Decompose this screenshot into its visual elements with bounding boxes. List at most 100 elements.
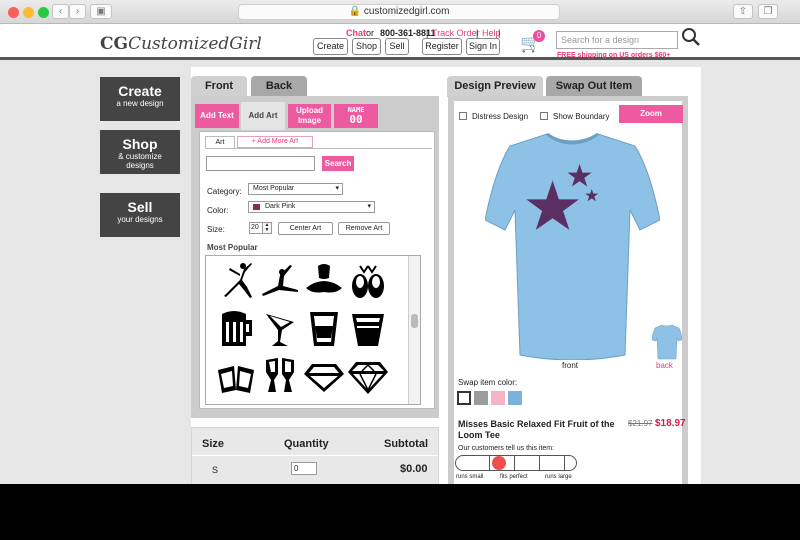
sell-top-button[interactable]: Sell [385, 38, 409, 55]
swatch-light-blue[interactable] [508, 391, 522, 405]
subtotal-value: $0.00 [400, 463, 428, 475]
dancer-leap-icon[interactable] [214, 260, 258, 300]
nav-create[interactable]: Create a new design [100, 77, 180, 121]
show-boundary-checkbox[interactable] [540, 112, 548, 120]
category-select[interactable]: Most Popular ▾ [248, 183, 343, 195]
upload-image-button[interactable]: Upload Image [288, 104, 331, 128]
swatch-gray[interactable] [474, 391, 488, 405]
swatch-pink[interactable] [491, 391, 505, 405]
tab-design-preview[interactable]: Design Preview [447, 76, 543, 97]
tshirt-back-thumbnail[interactable] [652, 324, 682, 360]
nav-shop-sub: & customize designs [118, 152, 162, 170]
minimize-window-button[interactable] [23, 7, 34, 18]
add-text-button[interactable]: Add Text [195, 104, 239, 128]
chat-link[interactable]: Chat [346, 28, 366, 38]
tab-swap-out-item[interactable]: Swap Out Item [546, 76, 642, 97]
sign-in-button[interactable]: Sign In [466, 38, 500, 55]
quantity-column-header: Quantity [284, 438, 329, 450]
art-search-button[interactable]: Search [322, 156, 354, 171]
number-label: 00 [349, 113, 363, 126]
logo-text: CustomizedGirl [128, 34, 262, 54]
chevron-down-icon: ▾ [335, 185, 339, 192]
site-search-input[interactable]: Search for a design [556, 31, 678, 49]
center-art-button[interactable]: Center Art [278, 222, 333, 235]
fit-prompt: Our customers tell us this item: [458, 445, 555, 452]
color-value: Dark Pink [265, 203, 296, 210]
art-search-input[interactable] [206, 156, 315, 171]
distress-design-checkbox[interactable] [459, 112, 467, 120]
nav-create-title: Create [118, 83, 162, 99]
front-view-label[interactable]: front [562, 361, 578, 370]
zoom-button[interactable]: Zoom [619, 105, 683, 123]
chevron-down-icon: ▾ [367, 203, 371, 210]
site-logo[interactable]: CGCustomizedGirl [100, 34, 262, 54]
nav-shop[interactable]: Shop & customize designs [100, 130, 180, 174]
track-order-link[interactable]: Track Order [432, 28, 480, 38]
tab-back[interactable]: Back [251, 76, 307, 97]
scrollbar-thumb[interactable] [411, 314, 418, 328]
solo-cup-icon[interactable] [346, 308, 390, 348]
subtab-add-more-art[interactable]: + Add More Art [237, 136, 313, 148]
create-top-button[interactable]: Create [313, 38, 348, 55]
fit-label-large: runs large [545, 474, 572, 480]
quantity-input[interactable]: 0 [291, 462, 317, 475]
address-bar[interactable]: 🔒 customizedgirl.com [238, 4, 560, 20]
tshirt-front-preview[interactable] [485, 130, 660, 360]
dancer-split-icon[interactable] [258, 260, 302, 300]
distress-design-label: Distress Design [472, 112, 529, 121]
add-art-button[interactable]: Add Art [241, 102, 285, 130]
lock-icon: 🔒 [348, 6, 362, 17]
beer-mug-icon[interactable] [214, 308, 258, 348]
nav-create-sub: a new design [116, 99, 164, 108]
color-select[interactable]: Dark Pink ▾ [248, 201, 375, 213]
tutu-icon[interactable] [302, 260, 346, 300]
gem-icon[interactable] [302, 356, 346, 396]
tab-front[interactable]: Front [191, 76, 247, 97]
screen: ‹ › ▣ 🔒 customizedgirl.com ⇧ ❐ CGCustomi… [0, 0, 800, 484]
diamond-icon[interactable] [346, 356, 390, 396]
back-arrow-icon[interactable]: ‹ [52, 4, 69, 19]
show-boundary-label: Show Boundary [553, 112, 610, 121]
size-stepper[interactable]: ▲ ▼ [262, 222, 272, 234]
size-column-header: Size [202, 438, 225, 450]
fit-label-perfect: fits perfect [500, 474, 528, 480]
sidebar-toggle-icon[interactable]: ▣ [90, 4, 112, 19]
back-view-link[interactable]: back [656, 361, 673, 370]
nav-sell[interactable]: Sell your designs [100, 193, 180, 237]
share-icon[interactable]: ⇧ [733, 4, 753, 19]
martini-icon[interactable] [258, 308, 302, 348]
search-icon[interactable] [681, 27, 701, 47]
fit-rating-marker [492, 456, 506, 470]
close-window-button[interactable] [8, 7, 19, 18]
old-price: $21.97 [628, 419, 653, 428]
remove-art-button[interactable]: Remove Art [338, 222, 390, 235]
shop-top-button[interactable]: Shop [352, 38, 381, 55]
tabs-overview-icon[interactable]: ❐ [758, 4, 778, 19]
size-input[interactable]: 20 [249, 222, 263, 234]
forward-arrow-icon[interactable]: › [69, 4, 86, 19]
art-grid-scrollbar[interactable] [408, 256, 420, 404]
swap-color-label: Swap item color: [458, 378, 518, 387]
subtab-art[interactable]: Art [205, 136, 235, 148]
name-number-button[interactable]: NAME 00 [334, 104, 378, 128]
subtotal-column-header: Subtotal [384, 438, 428, 450]
product-name: Misses Basic Relaxed Fit Fruit of the Lo… [458, 419, 615, 440]
swatch-white[interactable] [457, 391, 471, 405]
champagne-toast-icon[interactable] [258, 356, 302, 396]
ballet-shoes-icon[interactable] [346, 260, 390, 300]
fit-rating-4[interactable] [536, 455, 565, 471]
beer-toast-icon[interactable] [214, 356, 258, 396]
category-label: Category: [207, 187, 242, 196]
nav-sell-sub: your designs [117, 215, 163, 224]
sale-price: $18.97 [655, 418, 686, 429]
category-value: Most Popular [253, 185, 295, 192]
shot-glass-icon[interactable] [302, 308, 346, 348]
cart-count-badge: 0 [533, 30, 545, 42]
register-button[interactable]: Register [422, 38, 462, 55]
free-shipping-banner: FREE shipping on US orders $60+ [557, 52, 671, 59]
color-chip [253, 204, 260, 210]
separator: | [426, 28, 429, 38]
browser-toolbar: ‹ › ▣ 🔒 customizedgirl.com ⇧ ❐ [0, 0, 800, 24]
maximize-window-button[interactable] [38, 7, 49, 18]
nav-shop-title: Shop [122, 136, 158, 152]
